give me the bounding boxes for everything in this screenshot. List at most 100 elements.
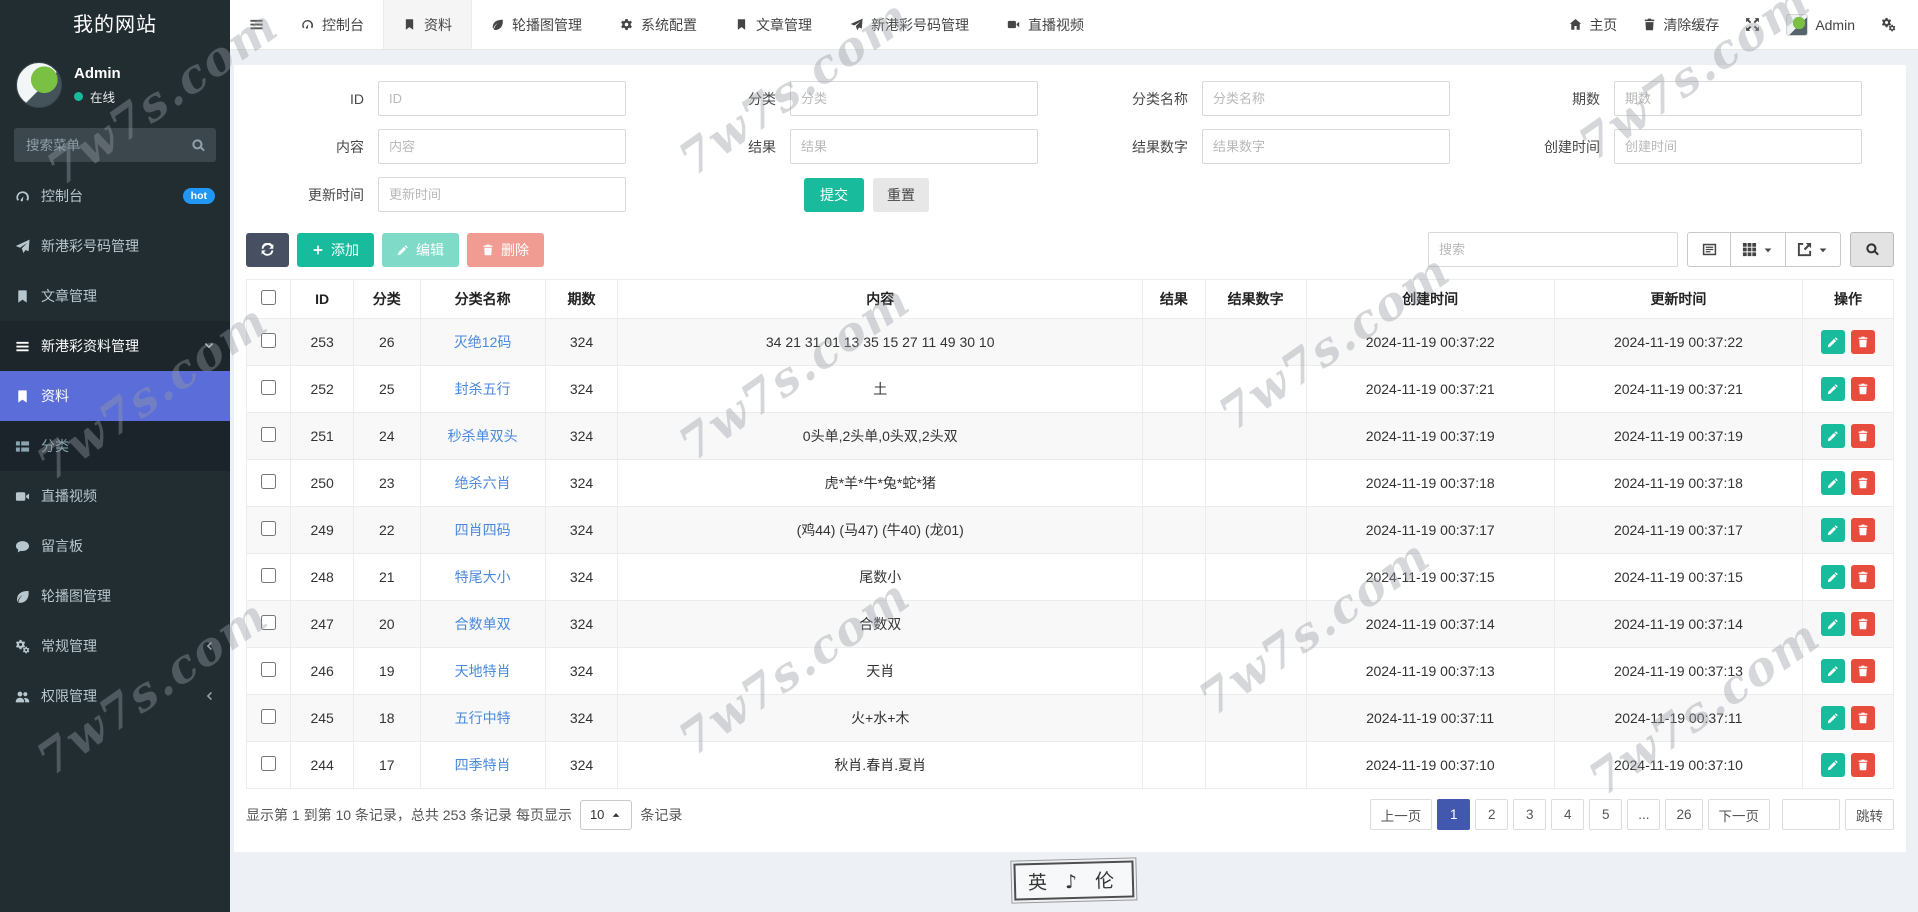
page-size-dropdown[interactable]: 10 — [580, 800, 632, 830]
row-edit-button[interactable] — [1821, 753, 1845, 777]
row-checkbox[interactable] — [261, 521, 276, 536]
row-delete-button[interactable] — [1851, 565, 1875, 589]
cell-category-name-link[interactable]: 天地特肖 — [420, 648, 545, 695]
page-button-26[interactable]: 26 — [1665, 799, 1702, 830]
col-category[interactable]: 分类 — [353, 280, 420, 319]
cell-category-name-link[interactable]: 五行中特 — [420, 695, 545, 742]
tab-dashboard[interactable]: 控制台 — [282, 0, 383, 49]
filter-created-input[interactable] — [1614, 129, 1862, 164]
filter-result-input[interactable] — [790, 129, 1038, 164]
cell-category-name-link[interactable]: 合数单双 — [420, 601, 545, 648]
page-button-4[interactable]: 4 — [1551, 799, 1584, 830]
user-menu[interactable]: Admin — [1786, 14, 1855, 36]
sidebar-item-dashboard[interactable]: 控制台 hot — [0, 171, 230, 221]
sidebar-item-message-board[interactable]: 留言板 — [0, 521, 230, 571]
page-jump-input[interactable] — [1782, 799, 1840, 830]
next-page-button[interactable]: 下一页 — [1708, 799, 1771, 830]
settings-button[interactable] — [1881, 17, 1896, 32]
row-checkbox[interactable] — [261, 662, 276, 677]
row-checkbox[interactable] — [261, 380, 276, 395]
sidebar-toggle-button[interactable] — [230, 0, 282, 49]
row-delete-button[interactable] — [1851, 659, 1875, 683]
row-checkbox[interactable] — [261, 756, 276, 771]
sidebar-item-general-manage[interactable]: 常规管理 — [0, 621, 230, 671]
col-created[interactable]: 创建时间 — [1306, 280, 1554, 319]
row-edit-button[interactable] — [1821, 659, 1845, 683]
page-button-5[interactable]: 5 — [1589, 799, 1622, 830]
row-edit-button[interactable] — [1821, 612, 1845, 636]
search-toggle-button[interactable] — [1850, 232, 1894, 267]
edit-button[interactable]: 编辑 — [382, 233, 459, 267]
tab-number-manage[interactable]: 新港彩号码管理 — [831, 0, 988, 49]
row-checkbox[interactable] — [261, 427, 276, 442]
row-delete-button[interactable] — [1851, 753, 1875, 777]
cell-category-name-link[interactable]: 秒杀单双头 — [420, 413, 545, 460]
row-delete-button[interactable] — [1851, 330, 1875, 354]
row-delete-button[interactable] — [1851, 424, 1875, 448]
page-button-3[interactable]: 3 — [1513, 799, 1546, 830]
refresh-button[interactable] — [246, 233, 289, 267]
tab-banner-manage[interactable]: 轮播图管理 — [472, 0, 601, 49]
row-checkbox[interactable] — [261, 474, 276, 489]
home-link[interactable]: 主页 — [1569, 15, 1617, 35]
row-delete-button[interactable] — [1851, 612, 1875, 636]
cell-category-name-link[interactable]: 灭绝12码 — [420, 319, 545, 366]
filter-period-input[interactable] — [1614, 81, 1862, 116]
sidebar-item-article-manage[interactable]: 文章管理 — [0, 271, 230, 321]
cell-category-name-link[interactable]: 四肖四码 — [420, 507, 545, 554]
row-edit-button[interactable] — [1821, 330, 1845, 354]
row-edit-button[interactable] — [1821, 706, 1845, 730]
sidebar-item-live-video[interactable]: 直播视频 — [0, 471, 230, 521]
page-jump-button[interactable]: 跳转 — [1845, 799, 1894, 830]
sidebar-item-category[interactable]: 分类 — [0, 421, 230, 471]
col-content[interactable]: 内容 — [618, 280, 1143, 319]
sidebar-item-number-manage[interactable]: 新港彩号码管理 — [0, 221, 230, 271]
clear-cache-link[interactable]: 清除缓存 — [1643, 15, 1719, 35]
row-checkbox[interactable] — [261, 333, 276, 348]
columns-button[interactable] — [1731, 232, 1786, 267]
tab-system-config[interactable]: 系统配置 — [601, 0, 716, 49]
row-checkbox[interactable] — [261, 568, 276, 583]
cell-category-name-link[interactable]: 绝杀六肖 — [420, 460, 545, 507]
row-delete-button[interactable] — [1851, 471, 1875, 495]
filter-result-num-input[interactable] — [1202, 129, 1450, 164]
cell-category-name-link[interactable]: 封杀五行 — [420, 366, 545, 413]
col-result[interactable]: 结果 — [1143, 280, 1206, 319]
tab-data[interactable]: 资料 — [383, 0, 472, 49]
col-period[interactable]: 期数 — [545, 280, 618, 319]
row-delete-button[interactable] — [1851, 706, 1875, 730]
row-delete-button[interactable] — [1851, 377, 1875, 401]
filter-content-input[interactable] — [378, 129, 626, 164]
row-checkbox[interactable] — [261, 615, 276, 630]
col-updated[interactable]: 更新时间 — [1554, 280, 1802, 319]
page-button-2[interactable]: 2 — [1475, 799, 1508, 830]
prev-page-button[interactable]: 上一页 — [1370, 799, 1433, 830]
add-button[interactable]: 添加 — [297, 233, 374, 267]
filter-category-name-input[interactable] — [1202, 81, 1450, 116]
delete-button[interactable]: 删除 — [467, 233, 544, 267]
submit-button[interactable]: 提交 — [804, 178, 864, 212]
page-ellipsis-button[interactable]: ... — [1627, 799, 1660, 830]
row-edit-button[interactable] — [1821, 518, 1845, 542]
tab-article-manage[interactable]: 文章管理 — [716, 0, 831, 49]
sidebar-item-data-manage[interactable]: 新港彩资料管理 — [0, 321, 230, 371]
sidebar-item-permission-manage[interactable]: 权限管理 — [0, 671, 230, 721]
cell-category-name-link[interactable]: 特尾大小 — [420, 554, 545, 601]
col-result-num[interactable]: 结果数字 — [1205, 280, 1306, 319]
cell-category-name-link[interactable]: 四季特肖 — [420, 742, 545, 789]
row-edit-button[interactable] — [1821, 424, 1845, 448]
sidebar-item-banner-manage[interactable]: 轮播图管理 — [0, 571, 230, 621]
row-delete-button[interactable] — [1851, 518, 1875, 542]
filter-updated-input[interactable] — [378, 177, 626, 212]
row-edit-button[interactable] — [1821, 471, 1845, 495]
export-button[interactable] — [1786, 232, 1841, 267]
sidebar-item-data[interactable]: 资料 — [0, 371, 230, 421]
tab-live-video[interactable]: 直播视频 — [988, 0, 1103, 49]
col-category-name[interactable]: 分类名称 — [420, 280, 545, 319]
table-search-input[interactable] — [1428, 232, 1678, 267]
select-all-checkbox[interactable] — [261, 290, 276, 305]
sidebar-search-input[interactable] — [14, 128, 216, 162]
col-id[interactable]: ID — [291, 280, 354, 319]
filter-id-input[interactable] — [378, 81, 626, 116]
row-edit-button[interactable] — [1821, 565, 1845, 589]
